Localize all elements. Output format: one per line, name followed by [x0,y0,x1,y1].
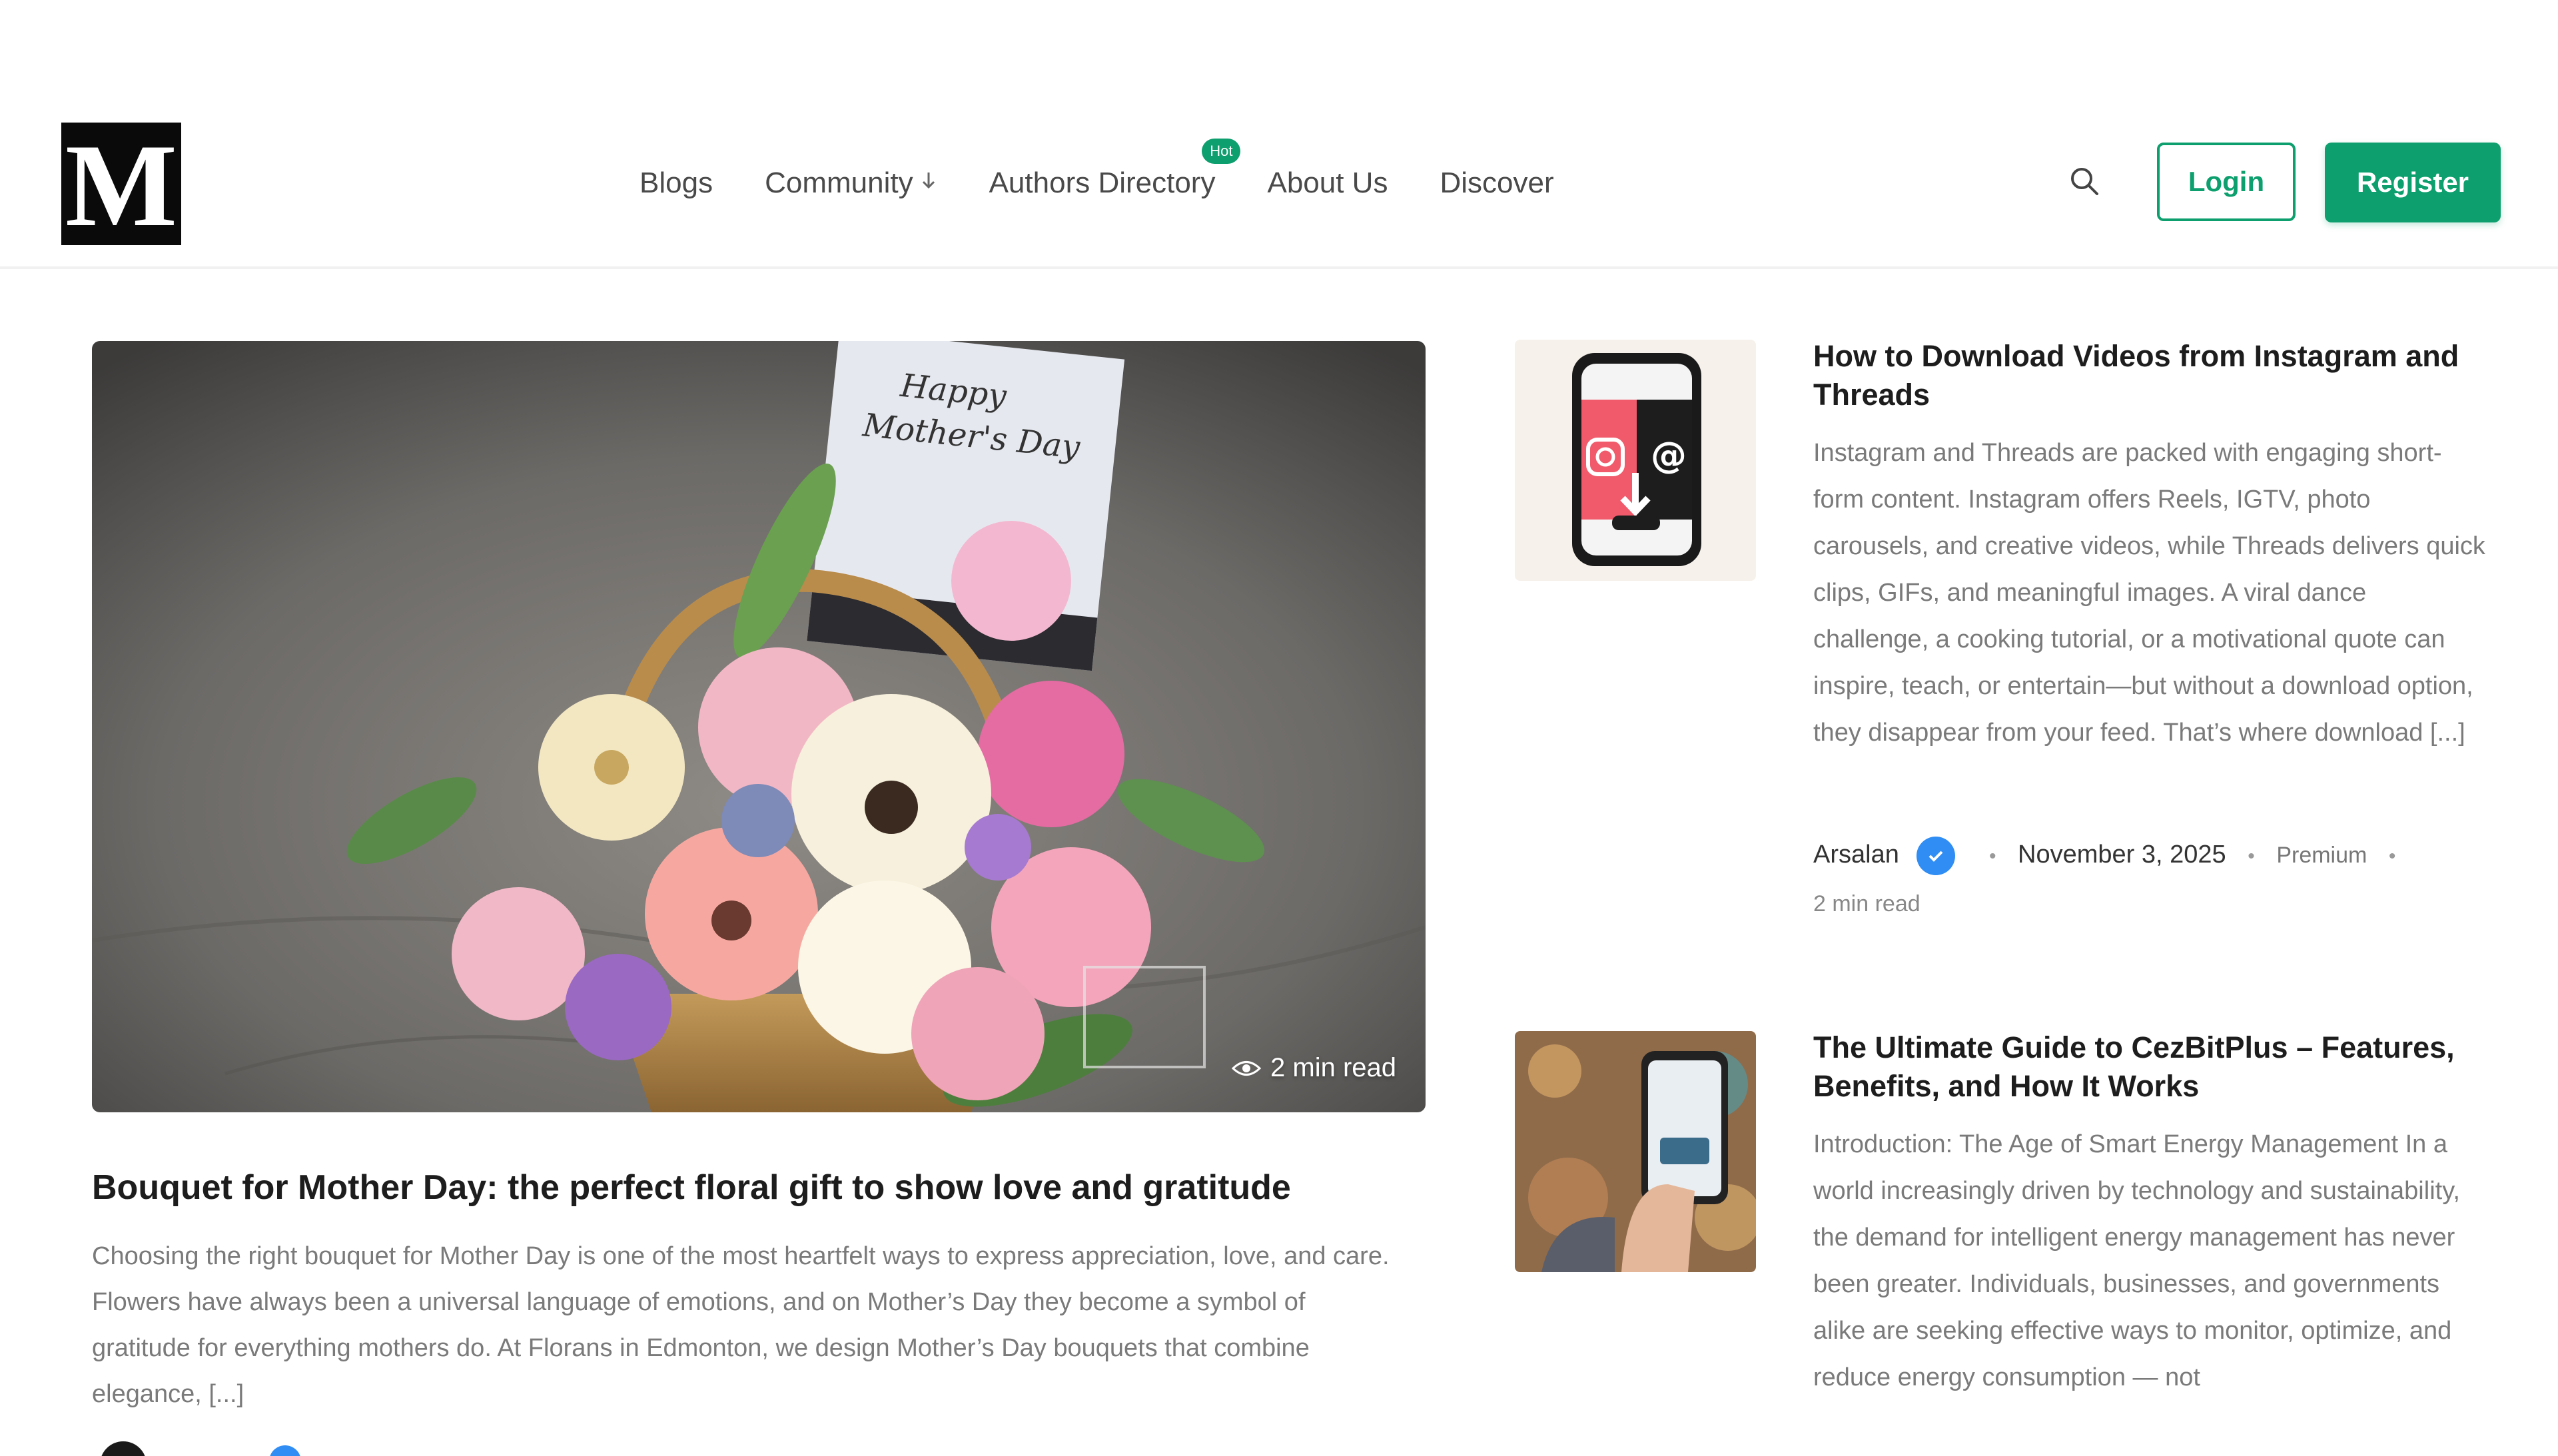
svg-text:@: @ [1651,434,1687,476]
register-button[interactable]: Register [2325,143,2501,222]
featured-read-time-label: 2 min read [1270,1053,1396,1082]
search-icon [2068,165,2101,201]
main-nav: Blogs Community Authors Directory Hot Ab… [640,139,1606,206]
post-title[interactable]: The Ultimate Guide to CezBitPlus – Featu… [1813,1028,2493,1106]
nav-item-label: About Us [1267,167,1388,199]
post-thumbnail[interactable]: @ [1515,340,1756,581]
hot-badge: Hot [1202,139,1241,164]
nav-item-community[interactable]: Community [765,167,937,200]
nav-item-label: Blogs [640,167,713,199]
nav-item-about-us[interactable]: About Us [1267,167,1388,200]
verified-icon [269,1445,301,1456]
site-logo[interactable]: M [61,123,181,245]
featured-post-image[interactable]: Happy Mother's Day 2 min read [92,341,1426,1112]
arrow-down-icon [920,171,937,196]
premium-label: Premium [2276,843,2367,868]
login-button[interactable]: Login [2157,143,2296,221]
featured-read-time: 2 min read [1232,1053,1396,1083]
nav-item-label: Authors Directory [989,167,1216,199]
nav-item-discover[interactable]: Discover [1440,167,1553,200]
avatar[interactable] [100,1441,147,1456]
featured-post-title[interactable]: Bouquet for Mother Day: the perfect flor… [92,1167,1431,1208]
post-meta: Arsalan • November 3, 2025 • Premium • 2… [1813,827,2486,924]
page: M Blogs Community Authors Directory Hot … [0,0,2558,1456]
post-date: November 3, 2025 [2018,841,2226,869]
search-button[interactable] [2066,165,2102,200]
post-title[interactable]: How to Download Videos from Instagram an… [1813,337,2493,414]
post-excerpt: Instagram and Threads are packed with en… [1813,439,2485,747]
site-header: M Blogs Community Authors Directory Hot … [0,0,2558,269]
verified-icon [1917,836,1956,875]
post-thumbnail[interactable] [1515,1031,1756,1272]
meta-separator: • [2248,845,2255,867]
featured-post-excerpt: Choosing the right bouquet for Mother Da… [92,1242,1390,1408]
post-read-time: 2 min read [1813,891,1920,916]
meta-separator: • [2388,845,2396,867]
meta-separator: • [1988,845,1996,867]
logo-letter: M [65,119,177,251]
nav-item-label: Discover [1440,167,1554,199]
eye-icon [1232,1058,1262,1078]
post-author[interactable]: Arsalan [1813,841,1899,869]
nav-item-label: Community [765,167,913,199]
nav-item-blogs[interactable]: Blogs [640,167,713,200]
post-excerpt: Introduction: The Age of Smart Energy Ma… [1813,1130,2460,1391]
nav-item-authors-directory[interactable]: Authors Directory Hot [989,139,1241,200]
